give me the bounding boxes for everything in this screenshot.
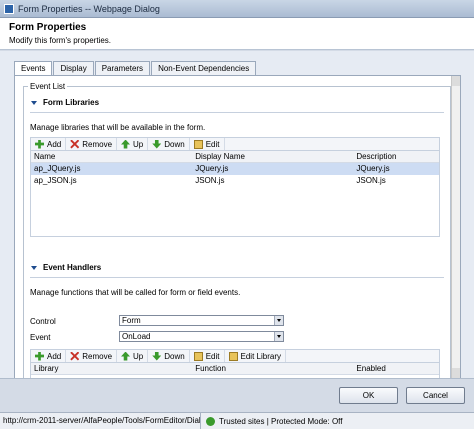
move-up-library-button[interactable]: Up xyxy=(117,138,149,150)
add-handler-button[interactable]: Add xyxy=(31,350,67,362)
event-handlers-title: Event Handlers xyxy=(43,263,102,272)
chevron-down-icon[interactable] xyxy=(274,332,283,341)
section-divider xyxy=(30,112,444,113)
libraries-grid: Name Display Name Description ap_JQuery.… xyxy=(30,151,440,237)
libraries-toolbar: Add Remove Up Down Edit xyxy=(30,137,440,151)
collapse-arrow-icon[interactable] xyxy=(31,100,37,105)
event-list-legend: Event List xyxy=(28,82,68,91)
remove-icon xyxy=(70,139,80,149)
edit-library-button[interactable]: Edit xyxy=(190,138,225,150)
column-header-enabled[interactable]: Enabled xyxy=(353,363,439,374)
security-zone: Trusted sites | Protected Mode: Off xyxy=(219,416,343,426)
arrow-down-icon xyxy=(152,351,162,361)
remove-library-button[interactable]: Remove xyxy=(66,138,118,150)
add-icon xyxy=(35,139,44,149)
handlers-grid-header: Library Function Enabled xyxy=(31,363,439,375)
edit-icon xyxy=(228,351,238,361)
form-libraries-header[interactable]: Form Libraries xyxy=(31,98,99,107)
event-handlers-header[interactable]: Event Handlers xyxy=(31,263,101,272)
cancel-button[interactable]: Cancel xyxy=(406,387,465,404)
edit-icon xyxy=(193,139,203,149)
tab-non-event-dependencies[interactable]: Non-Event Dependencies xyxy=(151,61,257,75)
tab-display[interactable]: Display xyxy=(53,61,94,75)
trusted-sites-icon xyxy=(206,416,215,426)
panel-scrollbar[interactable] xyxy=(451,76,460,378)
edit-library-button[interactable]: Edit Library xyxy=(225,350,286,362)
event-label: Event xyxy=(30,333,51,342)
browser-icon xyxy=(4,3,14,14)
move-down-handler-button[interactable]: Down xyxy=(148,350,190,362)
handlers-toolbar: Add Remove Up Down Edit Edit Library xyxy=(30,349,440,363)
collapse-arrow-icon[interactable] xyxy=(31,265,37,270)
edit-handler-button[interactable]: Edit xyxy=(190,350,225,362)
tab-parameters[interactable]: Parameters xyxy=(94,61,151,75)
tab-strip: Events Display Parameters Non-Event Depe… xyxy=(14,61,257,76)
chevron-down-icon[interactable] xyxy=(274,316,283,325)
form-libraries-title: Form Libraries xyxy=(43,98,100,107)
window-title: Form Properties -- Webpage Dialog xyxy=(18,3,160,14)
status-bar: http://crm-2011-server/AlfaPeople/Tools/… xyxy=(0,412,474,429)
column-header-name[interactable]: Name xyxy=(31,151,192,162)
scroll-up-icon[interactable] xyxy=(452,76,460,86)
table-row[interactable]: ap_JQuery.js JQuery.js JQuery.js xyxy=(31,163,439,175)
dialog-header: Form Properties Modify this form's prope… xyxy=(0,18,474,50)
form-libraries-description: Manage libraries that will be available … xyxy=(30,123,206,132)
dialog-subtitle: Modify this form's properties. xyxy=(9,36,112,45)
events-panel: Event List Form Libraries Manage librari… xyxy=(14,75,461,378)
column-header-function[interactable]: Function xyxy=(192,363,353,374)
tab-events[interactable]: Events xyxy=(14,61,53,76)
scroll-down-icon[interactable] xyxy=(452,368,460,378)
event-handlers-description: Manage functions that will be called for… xyxy=(30,288,241,297)
control-label: Control xyxy=(30,317,56,326)
dialog-footer: OK Cancel xyxy=(0,378,474,412)
libraries-grid-header: Name Display Name Description xyxy=(31,151,439,163)
arrow-down-icon xyxy=(152,139,162,149)
handlers-grid: Library Function Enabled xyxy=(30,363,440,378)
dialog-title: Form Properties xyxy=(9,22,87,33)
add-library-button[interactable]: Add xyxy=(31,138,67,150)
column-header-library[interactable]: Library xyxy=(31,363,192,374)
arrow-up-icon xyxy=(121,351,131,361)
control-select[interactable]: Form xyxy=(119,315,284,326)
event-select[interactable]: OnLoad xyxy=(119,331,284,342)
edit-icon xyxy=(193,351,203,361)
column-header-display-name[interactable]: Display Name xyxy=(192,151,353,162)
remove-handler-button[interactable]: Remove xyxy=(66,350,118,362)
event-list-group: Event List Form Libraries Manage librari… xyxy=(23,82,451,378)
table-row[interactable]: ap_JSON.js JSON.js JSON.js xyxy=(31,175,439,187)
status-url: http://crm-2011-server/AlfaPeople/Tools/… xyxy=(0,413,201,429)
move-down-library-button[interactable]: Down xyxy=(148,138,190,150)
add-icon xyxy=(35,351,44,361)
section-divider xyxy=(30,277,444,278)
dialog-body: Events Display Parameters Non-Event Depe… xyxy=(0,51,474,378)
ok-button[interactable]: OK xyxy=(339,387,398,404)
title-bar: Form Properties -- Webpage Dialog xyxy=(0,0,474,18)
move-up-handler-button[interactable]: Up xyxy=(117,350,149,362)
column-header-description[interactable]: Description xyxy=(353,151,439,162)
remove-icon xyxy=(70,351,80,361)
arrow-up-icon xyxy=(121,139,131,149)
